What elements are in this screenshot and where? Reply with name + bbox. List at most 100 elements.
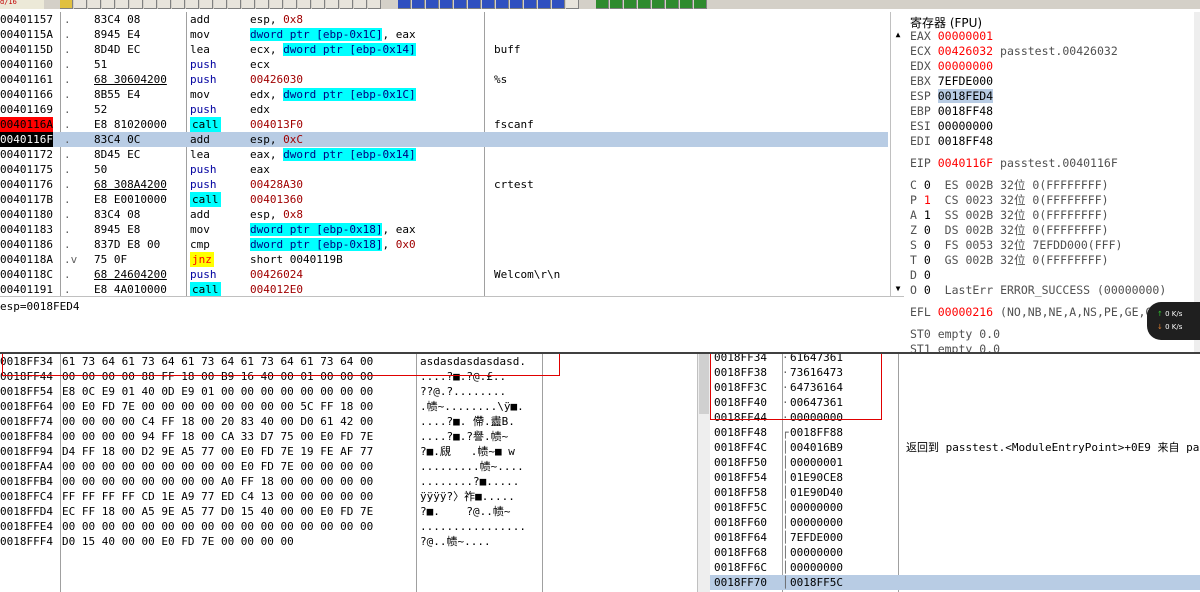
toolbar-button[interactable]: [60, 0, 73, 9]
dump-hex[interactable]: 00 00 00 00 00 00 00 00 00 00 00 00 00 0…: [62, 519, 373, 534]
dump-row[interactable]: 0018FFB4 00 00 00 00 00 00 00 00 A0 FF 18…: [0, 474, 696, 489]
toolbar-button[interactable]: [496, 0, 509, 9]
register-value[interactable]: 00000216: [938, 305, 993, 319]
disasm-address[interactable]: 00401180: [0, 207, 53, 222]
register-value[interactable]: 0018FF48: [938, 134, 993, 148]
toolbar-button[interactable]: [596, 0, 609, 9]
disasm-row[interactable]: 00401172. 8D45 EC lea eax, dword ptr [ebp-0…: [0, 147, 888, 162]
dump-ascii[interactable]: .........帻~....: [420, 459, 524, 474]
disasm-row[interactable]: 00401166. 8B55 E4 mov edx, dword ptr [ebp-0…: [0, 87, 888, 102]
disasm-row[interactable]: 00401186. 837D E8 00 cmp dword ptr [ebp-0x1…: [0, 237, 888, 252]
stack-address[interactable]: 0018FF70: [714, 575, 767, 590]
flag-row[interactable]: T 0 GS 002B 32位 0(FFFFFFFF): [910, 253, 1109, 268]
flag-row[interactable]: A 1 SS 002B 32位 0(FFFFFFFF): [910, 208, 1109, 223]
register-value[interactable]: 00000001: [938, 29, 993, 43]
disasm-row[interactable]: 0040116F. 83C4 0C add esp, 0xC: [0, 132, 888, 147]
toolbar-button[interactable]: [666, 0, 679, 9]
stack-address[interactable]: 0018FF5C: [714, 500, 767, 515]
flag-row[interactable]: O 0 LastErr ERROR_SUCCESS (00000000): [910, 283, 1166, 298]
stack-row[interactable]: 0018FF50 │ 00000001: [710, 455, 1200, 470]
disassembly-pane[interactable]: 00401157. 83C4 08 add esp, 0x8 0040115A. 8945…: [0, 12, 888, 296]
register-row[interactable]: EBX 7EFDE000: [910, 74, 993, 89]
dump-scrollbar[interactable]: [697, 354, 710, 592]
dump-address[interactable]: 0018FFF4: [0, 534, 53, 549]
flag-value[interactable]: 0: [924, 178, 931, 192]
stack-value[interactable]: 0018FF88: [790, 425, 843, 440]
register-row-eip[interactable]: EIP 0040116F passtest.0040116F: [910, 156, 1118, 171]
stack-address[interactable]: 0018FF68: [714, 545, 767, 560]
register-row-efl[interactable]: EFL 00000216 (NO,NB,NE,A,NS,PE,GE,G): [910, 305, 1159, 320]
register-row[interactable]: EBP 0018FF48: [910, 104, 993, 119]
toolbar-button[interactable]: [242, 0, 255, 9]
dump-hex[interactable]: 00 00 00 00 00 00 00 00 00 E0 FD 7E 00 0…: [62, 459, 373, 474]
toolbar-button[interactable]: [440, 0, 453, 9]
dump-hex[interactable]: D0 15 40 00 00 E0 FD 7E 00 00 00 00: [62, 534, 294, 549]
disasm-address[interactable]: 0040118A: [0, 252, 53, 267]
register-value[interactable]: 00426032: [938, 44, 993, 58]
disasm-address[interactable]: 00401166: [0, 87, 53, 102]
toolbar-button[interactable]: [538, 0, 551, 9]
dump-ascii[interactable]: ?■. ?@..帻~: [420, 504, 510, 519]
disasm-address[interactable]: 0040116A: [0, 117, 53, 132]
dump-address[interactable]: 0018FFA4: [0, 459, 53, 474]
toolbar-button[interactable]: [552, 0, 565, 9]
stack-row[interactable]: 0018FF70 │ 0018FF5C: [710, 575, 1200, 590]
disasm-address[interactable]: 0040116F: [0, 132, 53, 147]
dump-ascii[interactable]: ?■.覛 .帻~■ w: [420, 444, 515, 459]
flag-value[interactable]: 0: [924, 223, 931, 237]
toolbar-button[interactable]: [398, 0, 411, 9]
toolbar-button[interactable]: [228, 0, 241, 9]
toolbar-button[interactable]: [200, 0, 213, 9]
dump-row[interactable]: 0018FF74 00 00 00 00 C4 FF 18 00 20 83 40…: [0, 414, 696, 429]
toolbar-button[interactable]: [172, 0, 185, 9]
register-value[interactable]: 00000000: [938, 59, 993, 73]
disasm-row[interactable]: 00401183. 8945 E8 mov dword ptr [ebp-0x18],…: [0, 222, 888, 237]
scroll-down-arrow-icon[interactable]: ▼: [893, 284, 903, 294]
disasm-row[interactable]: 00401176. 68 308A4200 push 00428A30 crtest: [0, 177, 888, 192]
dump-row[interactable]: 0018FF54 E8 0C E9 01 40 0D E9 01 00 00 00…: [0, 384, 696, 399]
toolbar-button[interactable]: [680, 0, 693, 9]
register-row[interactable]: EDI 0018FF48: [910, 134, 993, 149]
register-row[interactable]: ECX 00426032 passtest.00426032: [910, 44, 1118, 59]
disasm-address[interactable]: 0040115A: [0, 27, 53, 42]
stack-address[interactable]: 0018FF60: [714, 515, 767, 530]
dump-ascii[interactable]: ....?■.?譽.帻~: [420, 429, 508, 444]
disasm-row[interactable]: 00401191. E8 4A010000 call 004012E0: [0, 282, 888, 296]
toolbar-button[interactable]: [610, 0, 623, 9]
register-row[interactable]: ESI 00000000: [910, 119, 993, 134]
toolbar-button[interactable]: [354, 0, 367, 9]
dump-row[interactable]: 0018FFA4 00 00 00 00 00 00 00 00 00 E0 FD…: [0, 459, 696, 474]
toolbar-button[interactable]: [284, 0, 297, 9]
stack-value[interactable]: 00000000: [790, 500, 843, 515]
dump-hex[interactable]: D4 FF 18 00 D2 9E A5 77 00 E0 FD 7E 19 F…: [62, 444, 373, 459]
disasm-row[interactable]: 0040118C. 68 24604200 push 00426024 Welcom\r…: [0, 267, 888, 282]
dump-address[interactable]: 0018FFC4: [0, 489, 53, 504]
toolbar-button[interactable]: [88, 0, 101, 9]
toolbar-button[interactable]: [652, 0, 665, 9]
memory-dump-pane[interactable]: 0018FF34 61 73 64 61 73 64 61 73 64 61 73…: [0, 354, 696, 592]
dump-address[interactable]: 0018FF84: [0, 429, 53, 444]
toolbar-button[interactable]: [74, 0, 87, 9]
flag-value[interactable]: 1: [924, 193, 931, 207]
toolbar-button[interactable]: [524, 0, 537, 9]
scroll-up-arrow-icon[interactable]: ▲: [893, 30, 903, 40]
flag-value[interactable]: 0: [924, 268, 931, 282]
stack-value[interactable]: 0018FF5C: [790, 575, 843, 590]
toolbar-button[interactable]: [312, 0, 325, 9]
disasm-row[interactable]: 0040117B. E8 E0010000 call 00401360: [0, 192, 888, 207]
toolbar-button[interactable]: [510, 0, 523, 9]
flag-row[interactable]: Z 0 DS 002B 32位 0(FFFFFFFF): [910, 223, 1109, 238]
dump-address[interactable]: 0018FF54: [0, 384, 53, 399]
dump-hex[interactable]: E8 0C E9 01 40 0D E9 01 00 00 00 00 00 0…: [62, 384, 373, 399]
disasm-row[interactable]: 00401160. 51 push ecx: [0, 57, 888, 72]
stack-address[interactable]: 0018FF58: [714, 485, 767, 500]
disasm-row[interactable]: 00401175. 50 push eax: [0, 162, 888, 177]
disasm-row[interactable]: 0040115A. 8945 E4 mov dword ptr [ebp-0x1C],…: [0, 27, 888, 42]
toolbar-button[interactable]: [298, 0, 311, 9]
disasm-address[interactable]: 00401186: [0, 237, 53, 252]
disassembly-scrollbar[interactable]: ▲ ▼: [890, 12, 905, 296]
disasm-address[interactable]: 00401169: [0, 102, 53, 117]
pane-divider[interactable]: [0, 296, 904, 297]
disasm-address[interactable]: 00401176: [0, 177, 53, 192]
flag-value[interactable]: 0: [924, 253, 931, 267]
